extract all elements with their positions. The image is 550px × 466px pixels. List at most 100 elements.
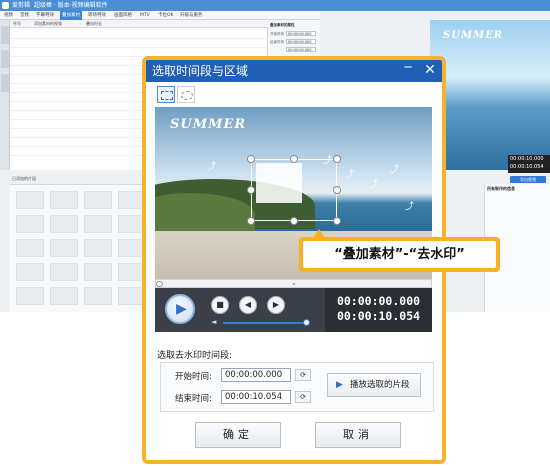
timeline-cell[interactable]	[50, 191, 78, 209]
app-subtitle: 超级棒 · 版本·视频编辑软件	[34, 2, 108, 9]
timecode-current: 00:00:00.000	[336, 294, 421, 308]
ok-button[interactable]: 确定	[195, 422, 281, 448]
timeline-cell[interactable]	[16, 263, 44, 281]
timeline-cell[interactable]	[84, 215, 112, 233]
list-col-video: 添加素材的视频	[34, 21, 62, 26]
end-time-input[interactable]: 00:00:10.054	[221, 390, 291, 404]
left-vertical-tabs	[0, 20, 10, 170]
stop-button[interactable]: ■	[211, 296, 229, 314]
timeline-cell[interactable]	[84, 239, 112, 257]
handle-bottom-right[interactable]	[333, 217, 341, 225]
preview-time-total: 00:00:10.054	[510, 164, 544, 170]
menu-video[interactable]: 视频	[2, 11, 15, 20]
play-segment-label: 播放选取的片段	[350, 380, 410, 390]
menu-transition[interactable]: 转场特效	[86, 11, 108, 20]
menu-subtitle-effects[interactable]: 字幕特效	[34, 11, 56, 20]
list-col-index: 序号	[13, 21, 21, 26]
end-time-label: 结束时间:	[175, 394, 212, 404]
timeline-cell[interactable]	[50, 239, 78, 257]
handle-top-mid[interactable]	[290, 155, 298, 163]
callout-text: “叠加素材”-“去水印”	[303, 241, 496, 268]
annotation-callout: “叠加素材”-“去水印”	[299, 237, 500, 272]
app-titlebar: 爱剪辑 超级棒 · 版本·视频编辑软件	[0, 0, 550, 11]
seagull-icon: ⤴	[369, 180, 379, 190]
menu-mtv[interactable]: MTV	[138, 11, 152, 20]
scrollbar-handle[interactable]	[156, 281, 163, 287]
timeline-cell[interactable]	[16, 191, 44, 209]
timeline-cell[interactable]	[50, 263, 78, 281]
menu-overlay-material[interactable]: 叠加素材	[60, 11, 82, 20]
export-video-button[interactable]: 导出视频	[510, 176, 546, 183]
rectangle-select-tool[interactable]	[157, 86, 175, 103]
list-header: 序号 添加素材的视频 叠加时长	[10, 20, 268, 28]
range-group: 开始时间: 00:00:00.000 ⟳ 结束时间: 00:00:10.054 …	[160, 362, 434, 412]
menu-audio[interactable]: 音频	[18, 11, 31, 20]
preview-summer-text: SUMMER	[443, 30, 504, 41]
timecode-display: 00:00:00.000 00:00:10.054	[325, 288, 432, 332]
dialog-title: 选取时间段与区域	[152, 64, 249, 78]
play-selected-segment-button[interactable]: ▶ 播放选取的片段	[327, 373, 421, 397]
seagull-icon: ⤴	[207, 162, 217, 172]
props-start-value[interactable]: 00:00:00.000	[286, 31, 316, 36]
selection-rectangle[interactable]	[251, 159, 337, 221]
props-title: 叠加素材的属性	[270, 23, 295, 27]
timeline-cell[interactable]	[84, 191, 112, 209]
menu-upgrade[interactable]: 升级与服务	[178, 11, 205, 20]
list-row-divider	[10, 47, 268, 48]
vtab-2[interactable]	[1, 50, 9, 68]
play-triangle-icon: ▶	[336, 380, 343, 390]
canvas-summer-text: SUMMER	[170, 117, 247, 132]
handle-top-left[interactable]	[247, 155, 255, 163]
menu-karaoke[interactable]: 卡拉OK	[156, 11, 176, 20]
info-panel-title: 所有制作的信息	[487, 186, 515, 191]
play-button[interactable]: ▶	[165, 294, 195, 324]
chevron-down-icon: ⌄	[291, 279, 297, 287]
timeline-cell[interactable]	[84, 287, 112, 305]
prev-frame-button[interactable]: ◀	[239, 296, 257, 314]
handle-bottom-mid[interactable]	[290, 217, 298, 225]
seagull-icon: ⤴	[390, 165, 400, 175]
timeline-cell[interactable]	[50, 287, 78, 305]
volume-icon[interactable]: ◄	[211, 318, 216, 326]
range-section-title: 选取去水印时间段:	[157, 351, 233, 361]
handle-mid-left[interactable]	[247, 186, 255, 194]
props-end-value[interactable]: 00:00:00.000	[286, 39, 316, 44]
dialog-titlebar: 选取时间段与区域 ─ ✕	[146, 60, 442, 82]
app-logo-icon	[2, 2, 9, 9]
handle-mid-right[interactable]	[333, 186, 341, 194]
menu-picture-style[interactable]: 画面风格	[112, 11, 134, 20]
list-col-duration: 叠加时长	[86, 21, 102, 26]
preview-player: SUMMER	[430, 20, 550, 170]
start-time-input[interactable]: 00:00:00.000	[221, 368, 291, 382]
list-row-divider	[10, 38, 268, 39]
minimize-icon[interactable]: ─	[398, 60, 418, 80]
vtab-3[interactable]	[1, 74, 9, 92]
cancel-button[interactable]: 取消	[315, 422, 401, 448]
timeline-cell[interactable]	[84, 263, 112, 281]
timeline-cell[interactable]	[50, 215, 78, 233]
seagull-icon: ⤴	[405, 202, 415, 212]
menu-bar: 视频 音频 字幕特效 叠加素材 转场特效 画面风格 MTV 卡拉OK 升级与服务	[0, 11, 320, 20]
preview-timecode: 00:00:10.000 00:00:10.054	[508, 155, 550, 173]
vtab-1[interactable]	[1, 26, 9, 44]
volume-slider-knob[interactable]	[303, 319, 310, 326]
handle-bottom-left[interactable]	[247, 217, 255, 225]
timeline-cell[interactable]	[16, 215, 44, 233]
props-duration-value[interactable]: 00:00:00.000	[286, 47, 316, 52]
reset-start-icon[interactable]: ⟳	[295, 369, 311, 381]
props-start-label: 开始时间	[270, 32, 284, 36]
seagull-icon: ⤴	[345, 170, 355, 180]
start-time-label: 开始时间:	[175, 372, 212, 382]
timeline-scrollbar[interactable]: ⌄	[155, 279, 432, 288]
timeline-cell[interactable]	[16, 239, 44, 257]
next-frame-button[interactable]: ▶	[267, 296, 285, 314]
close-icon[interactable]: ✕	[420, 60, 440, 80]
timeline-cell[interactable]	[16, 287, 44, 305]
volume-slider[interactable]	[223, 322, 306, 324]
timeline-label: 已添加的片段	[12, 176, 36, 181]
player-controls: ▶ ■ ◀ ▶ ◄ 00:00:00.000 00:00:10.054	[155, 288, 432, 332]
timecode-total: 00:00:10.054	[336, 309, 421, 323]
handle-top-right[interactable]	[333, 155, 341, 163]
ellipse-select-tool[interactable]	[177, 86, 195, 103]
reset-end-icon[interactable]: ⟳	[295, 391, 311, 403]
